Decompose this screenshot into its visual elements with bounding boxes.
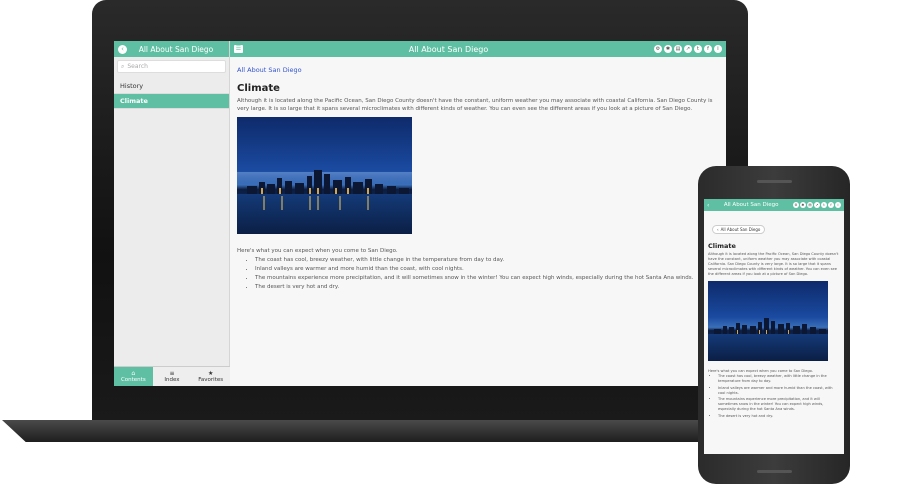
facebook-icon[interactable]: f [704,45,712,53]
list-item: Inland valleys are warmer and more humid… [255,265,719,274]
sidebar-tabs: ⌂ Contents ≡ Index ★ Favorites [114,366,231,386]
page-title: All About San Diego [408,44,489,54]
info-icon[interactable]: i [714,45,722,53]
share-icon[interactable]: ↗ [814,202,820,208]
twitter-icon[interactable]: t [821,202,827,208]
laptop-base [2,420,792,442]
share-icon[interactable]: ↗ [684,45,692,53]
print-icon[interactable]: ▤ [807,202,813,208]
sidebar: ‹ All About San Diego ⌕ Search History C… [114,41,231,386]
phone-speaker-bottom [757,470,792,473]
phone-article-heading: Climate [708,242,736,250]
list-item: The mountains experience more precipitat… [255,274,719,283]
phone-speaker [757,180,792,183]
sidebar-title: All About San Diego [138,44,214,54]
san-diego-skyline-image [708,281,828,361]
sidebar-item-label: Climate [120,97,148,105]
sidebar-item-climate[interactable]: Climate [114,94,229,109]
main-header: ☰ All About San Diego ⚙ ✱ ▤ ↗ t f i [230,41,726,57]
home-icon: ⌂ [131,370,136,377]
list-intro: Here's what you can expect when you come… [237,248,398,254]
list-item: Inland valleys are warmer and more humid… [718,386,840,396]
sidebar-item-label: History [120,82,144,90]
phone-title: All About San Diego [723,202,779,208]
tab-label: Favorites [198,377,224,383]
list-item: The desert is very hot and dry. [255,283,719,292]
phone-screen: ‹ All About San Diego ⚙ ✱ ▤ ↗ t f i ‹ Al… [704,199,844,454]
sidebar-header: ‹ All About San Diego [114,41,229,57]
phone-climate-list: The coast has cool, breezy weather, with… [708,374,840,419]
tab-favorites[interactable]: ★ Favorites [191,367,231,386]
menu-icon[interactable]: ☰ [234,45,243,53]
phone-toolbar: ⚙ ✱ ▤ ↗ t f i [793,202,841,208]
tab-label: Index [164,377,180,383]
toolbar: ⚙ ✱ ▤ ↗ t f i [654,45,722,53]
phone-header: ‹ All About San Diego ⚙ ✱ ▤ ↗ t f i [704,199,844,211]
sidebar-item-history[interactable]: History [114,79,229,94]
info-icon[interactable]: i [835,202,841,208]
article-paragraph: Although it is located along the Pacific… [237,98,713,112]
list-icon: ≡ [169,370,175,377]
search-icon: ⌕ [121,62,125,70]
back-icon[interactable]: ‹ [118,44,127,54]
search-placeholder: Search [127,63,148,70]
article: All About San Diego Climate Although it … [230,57,726,301]
list-item: The coast has cool, breezy weather, with… [255,256,719,265]
star-icon: ★ [207,370,214,377]
main-pane: ☰ All About San Diego ⚙ ✱ ▤ ↗ t f i All … [230,41,726,386]
san-diego-skyline-image [237,117,412,234]
facebook-icon[interactable]: f [828,202,834,208]
gear-icon[interactable]: ⚙ [654,45,662,53]
settings-icon[interactable]: ✱ [664,45,672,53]
device-mockup: ‹ All About San Diego ⌕ Search History C… [0,0,900,500]
phone-list-intro: Here's what you can expect when you come… [708,369,813,373]
print-icon[interactable]: ▤ [674,45,682,53]
phone-article-paragraph: Although it is located along the Pacific… [708,252,839,276]
laptop-screen: ‹ All About San Diego ⌕ Search History C… [114,41,726,386]
climate-list: The coast has cool, breezy weather, with… [237,256,719,292]
settings-icon[interactable]: ✱ [800,202,806,208]
breadcrumb[interactable]: All About San Diego [237,66,719,74]
twitter-icon[interactable]: t [694,45,702,53]
phone-breadcrumb-chip[interactable]: ‹ All About San Diego [712,225,766,234]
chevron-icon: ‹ [717,227,719,232]
list-item: The mountains experience more precipitat… [718,397,840,412]
chip-label: All About San Diego [720,227,761,232]
tab-label: Contents [120,377,146,383]
search-input[interactable]: ⌕ Search [117,60,226,73]
tab-contents[interactable]: ⌂ Contents [114,367,153,386]
phone-article: ‹ All About San Diego Climate Although i… [704,211,844,425]
tab-index[interactable]: ≡ Index [152,367,192,386]
article-heading: Climate [237,83,280,94]
list-item: The coast has cool, breezy weather, with… [718,374,840,384]
list-item: The desert is very hot and dry. [718,414,840,419]
gear-icon[interactable]: ⚙ [793,202,799,208]
